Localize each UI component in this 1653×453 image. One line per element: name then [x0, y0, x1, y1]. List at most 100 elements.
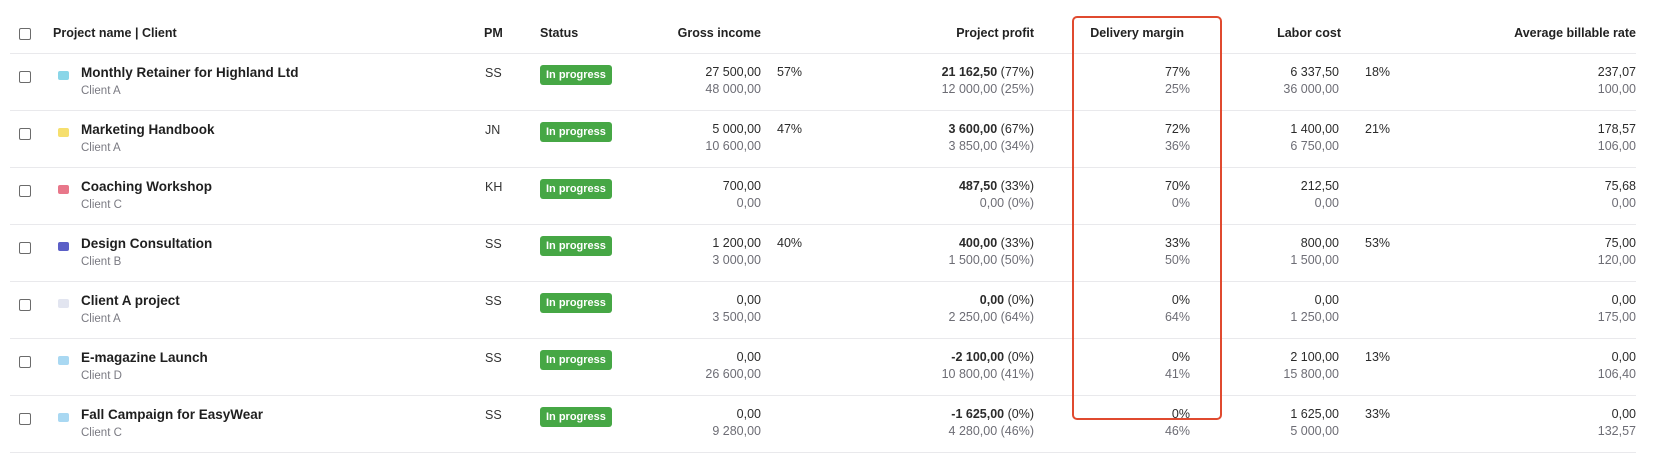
labor-cost-value: 0,00: [1314, 293, 1339, 307]
column-header-pm[interactable]: PM: [484, 26, 503, 40]
status-badge: In progress: [540, 350, 612, 370]
column-header-gross-income[interactable]: Gross income: [678, 26, 761, 40]
client-name: Client C: [81, 199, 122, 211]
project-profit-amount: 21 162,50: [941, 65, 998, 79]
briefcase-icon: [58, 242, 69, 251]
row-checkbox[interactable]: [19, 299, 31, 311]
project-profit-amount: -2 100,00: [951, 350, 1005, 364]
column-header-project[interactable]: Project name | Client: [53, 26, 177, 40]
client-name: Client A: [81, 142, 121, 154]
labor-cost-value: 6 337,50: [1290, 65, 1339, 79]
billable-rate-budget: 100,00: [1597, 82, 1636, 96]
table-row[interactable]: Marketing Handbook Client A JN In progress 5…: [10, 111, 1636, 168]
column-header-project-profit[interactable]: Project profit: [956, 26, 1034, 40]
project-profit-value: -1 625,00 (0%): [951, 407, 1034, 421]
table-body: Monthly Retainer for Highland Ltd Client …: [10, 54, 1636, 453]
labor-cost-value: 1 625,00: [1290, 407, 1339, 421]
table-row[interactable]: Client A project Client A SS In progress 0,0…: [10, 282, 1636, 339]
status-badge: In progress: [540, 236, 612, 256]
labor-cost-value: 800,00: [1300, 236, 1339, 250]
row-checkbox[interactable]: [19, 413, 31, 425]
labor-cost-budget: 6 750,00: [1290, 139, 1339, 153]
delivery-margin-budget: 25%: [1164, 82, 1190, 96]
labor-cost-percent: 13%: [1365, 350, 1391, 364]
gross-income-percent: 40%: [777, 236, 803, 250]
project-profit-value: 0,00 (0%): [980, 293, 1034, 307]
project-name[interactable]: Monthly Retainer for Highland Ltd: [81, 65, 299, 80]
table-row[interactable]: Coaching Workshop Client C KH In progress 70…: [10, 168, 1636, 225]
row-checkbox[interactable]: [19, 185, 31, 197]
gross-income-value: 0,00: [736, 293, 761, 307]
table-row[interactable]: E-magazine Launch Client D SS In progress 0,…: [10, 339, 1636, 396]
gross-income-budget: 0,00: [736, 196, 761, 210]
row-checkbox[interactable]: [19, 128, 31, 140]
labor-cost-percent: 21%: [1365, 122, 1391, 136]
project-profit-budget: 4 280,00 (46%): [948, 424, 1034, 438]
gross-income-value: 27 500,00: [705, 65, 761, 79]
billable-rate-budget: 175,00: [1597, 310, 1636, 324]
billable-rate-value: 178,57: [1597, 122, 1636, 136]
project-profit-value: 3 600,00 (67%): [949, 122, 1035, 136]
project-name[interactable]: Marketing Handbook: [81, 122, 215, 137]
gross-income-percent: 57%: [777, 65, 803, 79]
select-all-checkbox[interactable]: [19, 28, 31, 40]
gross-income-value: 0,00: [736, 350, 761, 364]
project-name[interactable]: Coaching Workshop: [81, 179, 212, 194]
row-checkbox[interactable]: [19, 71, 31, 83]
labor-cost-budget: 1 500,00: [1290, 253, 1339, 267]
project-name[interactable]: E-magazine Launch: [81, 350, 208, 365]
project-manager: SS: [485, 408, 502, 422]
project-profit-budget: 10 800,00 (41%): [941, 367, 1034, 381]
project-profit-percent: (0%): [1007, 350, 1034, 364]
project-name[interactable]: Design Consultation: [81, 236, 212, 251]
project-profit-amount: -1 625,00: [951, 407, 1005, 421]
project-name[interactable]: Client A project: [81, 293, 180, 308]
gross-income-budget: 26 600,00: [705, 367, 761, 381]
table-row[interactable]: Monthly Retainer for Highland Ltd Client …: [10, 54, 1636, 111]
gross-income-value: 700,00: [722, 179, 761, 193]
billable-rate-budget: 106,00: [1597, 139, 1636, 153]
labor-cost-budget: 36 000,00: [1283, 82, 1339, 96]
project-profit-value: 400,00 (33%): [959, 236, 1034, 250]
project-profit-percent: (0%): [1007, 407, 1034, 421]
gross-income-value: 0,00: [736, 407, 761, 421]
project-profit-budget: 2 250,00 (64%): [948, 310, 1034, 324]
project-profit-amount: 3 600,00: [948, 122, 998, 136]
status-badge: In progress: [540, 407, 612, 427]
delivery-margin-budget: 0%: [1171, 196, 1190, 210]
billable-rate-value: 0,00: [1611, 350, 1636, 364]
gross-income-budget: 3 500,00: [712, 310, 761, 324]
delivery-margin-value: 0%: [1171, 293, 1190, 307]
table-row[interactable]: Design Consultation Client B SS In progress…: [10, 225, 1636, 282]
status-badge: In progress: [540, 293, 612, 313]
billable-rate-budget: 106,40: [1597, 367, 1636, 381]
project-name[interactable]: Fall Campaign for EasyWear: [81, 407, 263, 422]
gross-income-budget: 3 000,00: [712, 253, 761, 267]
table-header: Project name | Client PM Status Gross in…: [10, 16, 1636, 54]
briefcase-icon: [58, 299, 69, 308]
billable-rate-budget: 120,00: [1597, 253, 1636, 267]
labor-cost-budget: 5 000,00: [1290, 424, 1339, 438]
project-manager: JN: [485, 123, 501, 137]
gross-income-budget: 10 600,00: [705, 139, 761, 153]
row-checkbox[interactable]: [19, 356, 31, 368]
column-header-delivery-margin[interactable]: Delivery margin: [1090, 26, 1184, 40]
gross-income-value: 1 200,00: [712, 236, 761, 250]
project-profit-amount: 487,50: [958, 179, 998, 193]
status-badge: In progress: [540, 179, 612, 199]
column-header-status[interactable]: Status: [540, 26, 578, 40]
project-manager: SS: [485, 237, 502, 251]
billable-rate-budget: 132,57: [1597, 424, 1636, 438]
project-profit-percent: (67%): [1000, 122, 1034, 136]
gross-income-value: 5 000,00: [712, 122, 761, 136]
billable-rate-value: 75,00: [1604, 236, 1636, 250]
project-profit-percent: (0%): [1007, 293, 1034, 307]
project-profit-percent: (33%): [1000, 179, 1034, 193]
briefcase-icon: [58, 356, 69, 365]
labor-cost-budget: 15 800,00: [1283, 367, 1339, 381]
billable-rate-value: 75,68: [1604, 179, 1636, 193]
table-row[interactable]: Fall Campaign for EasyWear Client C SS In p…: [10, 396, 1636, 453]
column-header-labor-cost[interactable]: Labor cost: [1277, 26, 1341, 40]
row-checkbox[interactable]: [19, 242, 31, 254]
column-header-average-billable-rate[interactable]: Average billable rate: [1514, 26, 1636, 40]
